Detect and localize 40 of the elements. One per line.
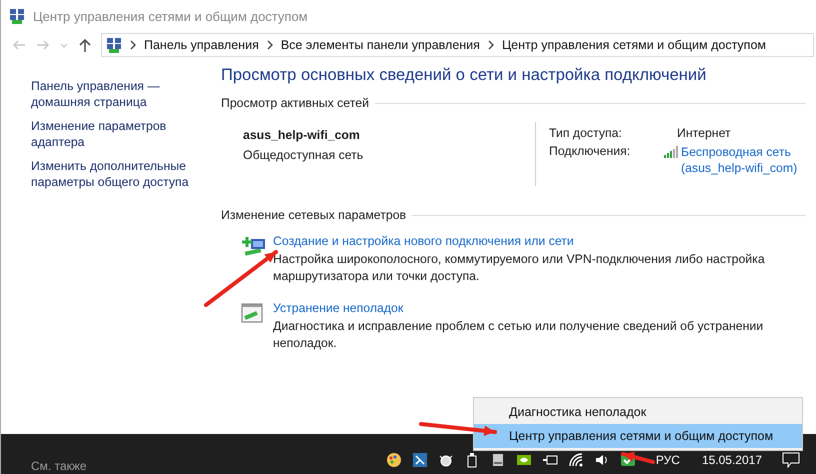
sidebar-link[interactable]: Панель управления — домашняя страница — [31, 78, 221, 110]
breadcrumb-item[interactable]: Все элементы панели управления — [280, 38, 480, 52]
network-add-icon — [241, 236, 265, 256]
detail-label: Тип доступа: — [549, 126, 623, 140]
task-description: Диагностика и исправление проблем с сетью или получение сведений об устранении неполадок. — [273, 318, 764, 352]
troubleshoot-window-icon — [241, 303, 265, 323]
language-indicator[interactable]: РУС — [656, 453, 680, 467]
signal-bars-icon — [664, 146, 678, 158]
window-title: Центр управления сетями и общим доступом — [33, 8, 308, 24]
menu-item[interactable]: Центр управления сетями и общим доступом — [474, 424, 802, 448]
network-type: Общедоступная сеть — [243, 148, 364, 162]
breadcrumb-item[interactable]: Центр управления сетями и общим доступом — [502, 38, 766, 52]
network-center-icon — [9, 8, 25, 24]
breadcrumb-item[interactable]: Панель управления — [144, 38, 259, 52]
task-link[interactable]: Создание и настройка нового подключения или сети — [273, 234, 806, 248]
task-description: Настройка широкополосного, коммутируемого или VPN-подключения либо настройка маршрутизатора или точки доступа. — [273, 251, 766, 285]
section-header: Изменение сетевых параметров — [221, 208, 406, 222]
palette-icon[interactable] — [386, 452, 402, 468]
section-header: Просмотр активных сетей — [221, 96, 369, 110]
menu-item[interactable]: Диагностика неполадок — [474, 400, 802, 424]
task-link[interactable]: Устранение неполадок — [273, 301, 806, 315]
wifi-icon[interactable] — [568, 452, 584, 468]
detail-value: Интернет — [676, 126, 731, 140]
connection-link[interactable]: Беспроводная сеть (asus_help-wifi_com) — [681, 144, 806, 176]
sidebar-link[interactable]: Изменить дополнительные параметры общего доступа — [31, 158, 221, 190]
sidebar-link[interactable]: Изменение параметров адаптера — [31, 118, 221, 150]
network-name: asus_help-wifi_com — [243, 128, 361, 142]
chevron-icon — [486, 40, 495, 50]
chevron-icon — [266, 40, 274, 50]
speaker-icon[interactable] — [594, 452, 610, 468]
address-bar[interactable]: Панель управления Все элементы панели управления Центр управления сетями и общим доступом — [101, 33, 814, 57]
app-tile-icon[interactable] — [412, 452, 428, 468]
network-center-icon — [106, 37, 122, 53]
chevron-icon — [129, 40, 137, 50]
detail-label: Подключения: — [549, 144, 632, 160]
up-arrow-icon[interactable] — [77, 37, 93, 53]
notification-icon[interactable] — [782, 452, 800, 468]
see-also-label: См. также — [31, 459, 87, 473]
page-heading: Просмотр основных сведений о сети и настройка подключений — [221, 66, 708, 85]
clock-date[interactable]: 15.05.2017 — [702, 453, 762, 467]
